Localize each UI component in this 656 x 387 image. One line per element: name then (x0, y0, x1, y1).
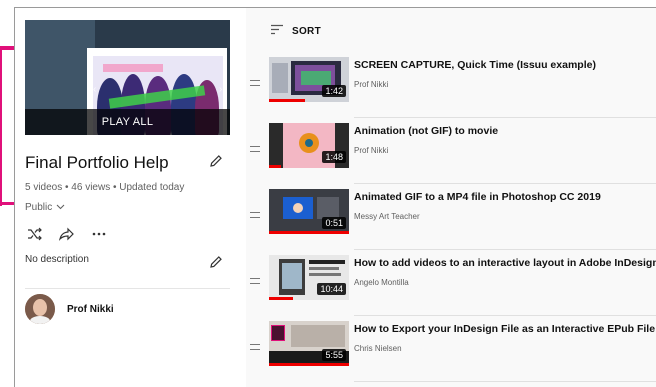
drag-handle-icon[interactable] (250, 146, 260, 152)
video-channel[interactable]: Chris Nielsen (354, 344, 402, 353)
chevron-left-icon: ‹ (93, 84, 97, 95)
drag-handle-icon[interactable] (250, 278, 260, 284)
divider (25, 288, 230, 289)
edit-description-icon[interactable] (208, 254, 224, 270)
drag-handle-icon[interactable] (250, 344, 260, 350)
accent-line (0, 46, 2, 206)
video-title[interactable]: Animated GIF to a MP4 file in Photoshop … (354, 191, 601, 203)
video-title[interactable]: Animation (not GIF) to movie (354, 125, 498, 137)
accent-bar-bottom (0, 202, 14, 205)
video-channel[interactable]: Angelo Montilla (354, 278, 409, 287)
owner-name[interactable]: Prof Nikki (67, 304, 114, 315)
drag-handle-icon[interactable] (250, 212, 260, 218)
video-duration: 1:48 (322, 151, 346, 163)
video-duration: 0:51 (322, 217, 346, 229)
more-options-icon[interactable] (89, 226, 109, 242)
playlist-description: No description (25, 254, 89, 265)
video-title[interactable]: SCREEN CAPTURE, Quick Time (Issuu exampl… (354, 59, 596, 71)
playlist-video-row[interactable]: 5:55 How to Export your InDesign File as… (246, 316, 656, 382)
video-thumbnail[interactable]: 0:51 (269, 189, 349, 234)
play-all-label: PLAY ALL (101, 116, 154, 128)
privacy-value: Public (25, 202, 53, 213)
playlist-video-row[interactable]: 10:44 How to add videos to an interactiv… (246, 250, 656, 316)
playlist-actions (25, 226, 109, 242)
video-thumbnail[interactable]: 10:44 (269, 255, 349, 300)
watch-progress-bar (269, 231, 349, 234)
playlist-page: ‹ › PLAY ALL Final Portfolio Help 5 vide… (14, 7, 656, 387)
privacy-dropdown[interactable]: Public (25, 202, 65, 213)
video-list: SORT 1:42 SCREEN CAPTURE, Quick Time (Is… (246, 8, 656, 387)
row-divider (354, 381, 656, 382)
playlist-sidebar: ‹ › PLAY ALL Final Portfolio Help 5 vide… (15, 8, 246, 387)
video-channel[interactable]: Prof Nikki (354, 80, 388, 89)
video-title[interactable]: How to add videos to an interactive layo… (354, 257, 656, 269)
sort-label: SORT (292, 25, 321, 37)
playlist-stats: 5 videos • 46 views • Updated today (25, 182, 185, 193)
playlist-video-row[interactable]: 1:48 Animation (not GIF) to movie Prof N… (246, 118, 656, 184)
playlist-video-row[interactable]: 0:51 Animated GIF to a MP4 file in Photo… (246, 184, 656, 250)
playlist-owner[interactable]: Prof Nikki (25, 294, 114, 324)
video-title[interactable]: How to Export your InDesign File as an I… (354, 323, 655, 335)
watch-progress-bar (269, 165, 281, 168)
avatar[interactable] (25, 294, 55, 324)
chevron-right-icon: › (219, 84, 223, 95)
playlist-thumbnail[interactable]: ‹ › PLAY ALL (25, 20, 230, 135)
video-channel[interactable]: Messy Art Teacher (354, 212, 420, 221)
video-thumbnail[interactable]: 1:48 (269, 123, 349, 168)
sort-button[interactable]: SORT (270, 22, 321, 40)
playlist-video-row[interactable]: 1:42 SCREEN CAPTURE, Quick Time (Issuu e… (246, 52, 656, 118)
video-thumbnail[interactable]: 1:42 (269, 57, 349, 102)
watch-progress-bar (269, 363, 349, 366)
play-all-button[interactable]: PLAY ALL (25, 109, 230, 135)
drag-handle-icon[interactable] (250, 80, 260, 86)
watch-progress-bar (269, 297, 293, 300)
shuffle-icon[interactable] (25, 226, 45, 242)
video-duration: 1:42 (322, 85, 346, 97)
playlist-title: Final Portfolio Help (25, 153, 169, 172)
video-duration: 5:55 (322, 349, 346, 361)
video-duration: 10:44 (317, 283, 346, 295)
edit-title-icon[interactable] (208, 153, 224, 169)
share-icon[interactable] (57, 226, 77, 242)
video-channel[interactable]: Prof Nikki (354, 146, 388, 155)
chevron-down-icon (56, 202, 65, 213)
sort-icon (270, 22, 284, 40)
video-thumbnail[interactable]: 5:55 (269, 321, 349, 366)
watch-progress-bar (269, 99, 305, 102)
accent-bar (0, 46, 14, 50)
